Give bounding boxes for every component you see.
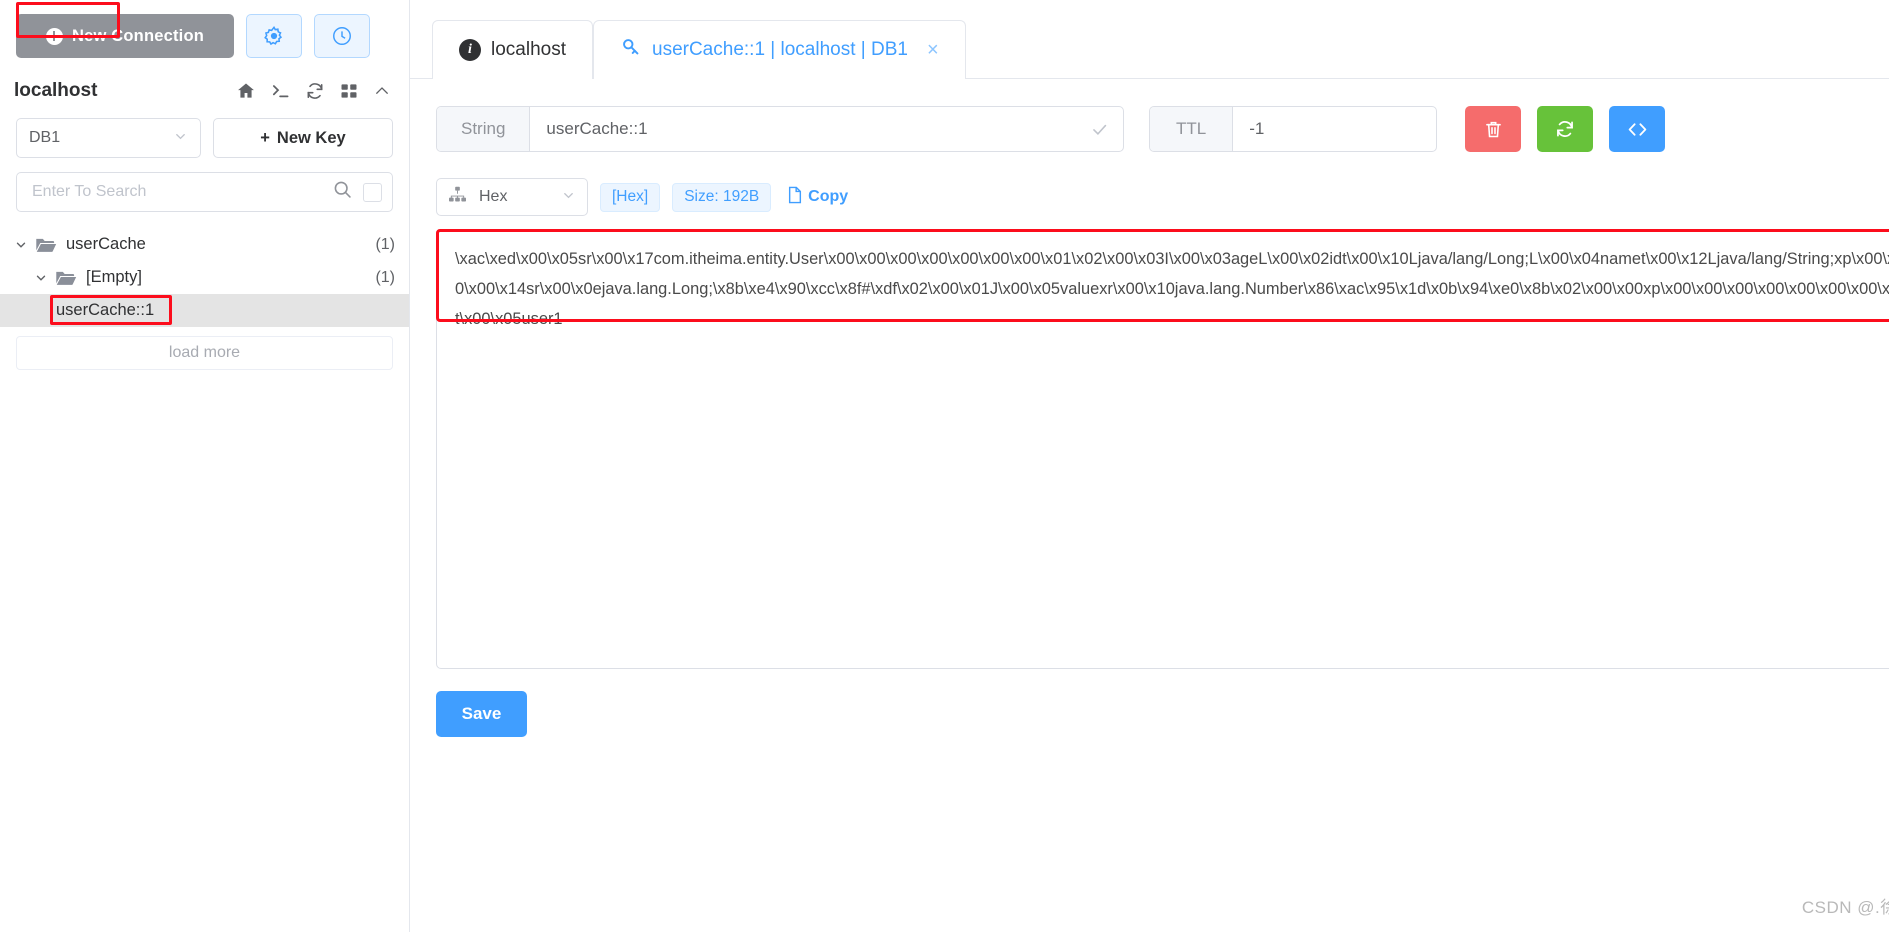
value-editor[interactable]: \xac\xed\x00\x05sr\x00\x17com.itheima.en… bbox=[436, 229, 1889, 669]
refresh-key-button[interactable] bbox=[1537, 106, 1593, 152]
new-key-button[interactable]: + New Key bbox=[213, 118, 393, 158]
code-icon bbox=[1628, 122, 1646, 136]
sidebar-toolbar: New Connection bbox=[0, 0, 409, 58]
folder-icon bbox=[55, 269, 77, 287]
key-glyph bbox=[623, 39, 639, 55]
chevron-down-icon bbox=[561, 188, 576, 206]
tab-localhost[interactable]: i localhost bbox=[432, 20, 593, 79]
info-icon: i bbox=[459, 39, 481, 61]
sitemap-icon bbox=[448, 186, 467, 208]
ttl-input[interactable] bbox=[1233, 107, 1436, 151]
key-detail-content: String TTL bbox=[410, 79, 1889, 737]
clock-icon bbox=[333, 27, 351, 45]
chevron-down-icon[interactable] bbox=[14, 238, 31, 252]
settings-button[interactable] bbox=[246, 14, 302, 58]
format-toolbar: Hex [Hex] Size: 192B Copy bbox=[436, 178, 1889, 216]
folder-open-glyph bbox=[56, 271, 77, 285]
tree-node-label: userCache bbox=[66, 235, 146, 253]
new-key-label: New Key bbox=[276, 128, 346, 147]
refresh-icon bbox=[1557, 121, 1573, 137]
watermark: CSDN @.徐十三. bbox=[1801, 898, 1889, 917]
home-icon[interactable] bbox=[236, 81, 256, 101]
connection-name: localhost bbox=[14, 80, 98, 101]
grid-glyph bbox=[341, 84, 357, 98]
tree-node-label: [Empty] bbox=[86, 268, 142, 286]
plus-icon: + bbox=[260, 128, 270, 147]
search-row bbox=[0, 158, 409, 212]
refresh-glyph bbox=[307, 83, 323, 99]
key-tree: userCache (1) [Empty] (1) userCache::1 l… bbox=[0, 228, 409, 370]
key-action-buttons bbox=[1465, 106, 1665, 152]
load-more-button[interactable]: load more bbox=[16, 336, 393, 370]
ttl-label: TTL bbox=[1150, 107, 1234, 151]
tree-node-empty[interactable]: [Empty] (1) bbox=[0, 261, 409, 294]
search-icon[interactable] bbox=[332, 179, 353, 205]
database-row: DB1 + New Key bbox=[0, 2, 409, 158]
ttl-input-group: TTL bbox=[1149, 106, 1437, 152]
key-name-input[interactable] bbox=[530, 107, 1076, 151]
plus-circle-icon bbox=[45, 27, 63, 45]
console-glyph bbox=[272, 85, 289, 98]
value-editor-wrap: \xac\xed\x00\x05sr\x00\x17com.itheima.en… bbox=[436, 229, 1889, 669]
sidebar: New Connection localhost DB1 + New Key E… bbox=[0, 0, 410, 932]
trash-icon bbox=[1485, 121, 1501, 137]
check-icon[interactable] bbox=[1076, 120, 1123, 139]
load-more-label: load more bbox=[168, 344, 241, 361]
chevron-down-icon[interactable] bbox=[34, 271, 51, 285]
main-panel: i localhost userCache::1 | localhost | D… bbox=[410, 0, 1889, 932]
redis-client-window: New Connection localhost DB1 + New Key E… bbox=[0, 0, 1889, 932]
document-icon bbox=[787, 186, 803, 209]
tab-label: localhost bbox=[491, 39, 566, 60]
search-input[interactable] bbox=[30, 182, 332, 202]
history-button[interactable] bbox=[314, 14, 370, 58]
connection-header: localhost bbox=[0, 58, 409, 102]
chevron-down-icon bbox=[173, 129, 188, 147]
detected-format-badge[interactable]: [Hex] bbox=[600, 182, 661, 212]
tree-node-label: userCache::1 bbox=[56, 301, 155, 319]
gear-icon bbox=[264, 25, 283, 46]
tree-node-usercache-1[interactable]: userCache::1 bbox=[0, 294, 409, 327]
document-glyph bbox=[789, 186, 802, 203]
collapse-chevron-icon[interactable] bbox=[373, 82, 391, 100]
tree-node-usercache[interactable]: userCache (1) bbox=[0, 228, 409, 261]
database-select-value: DB1 bbox=[29, 129, 61, 146]
close-icon[interactable]: × bbox=[927, 40, 939, 60]
tree-node-count: (1) bbox=[375, 268, 395, 286]
key-type-label: String bbox=[437, 107, 531, 151]
sitemap-glyph bbox=[449, 186, 466, 202]
chevron-up-glyph bbox=[376, 87, 388, 94]
database-select[interactable]: DB1 bbox=[16, 118, 201, 158]
tree-node-count: (1) bbox=[375, 235, 395, 253]
value-size-badge[interactable]: Size: 192B bbox=[672, 182, 772, 212]
search-box[interactable] bbox=[16, 172, 393, 212]
new-connection-label: New Connection bbox=[71, 26, 205, 45]
tab-bar: i localhost userCache::1 | localhost | D… bbox=[410, 0, 1889, 79]
connection-actions bbox=[236, 81, 391, 101]
format-select-value: Hex bbox=[479, 188, 508, 205]
copy-value-button[interactable]: Copy bbox=[787, 186, 848, 209]
key-toolbar: String TTL bbox=[436, 106, 1889, 152]
new-connection-button[interactable]: New Connection bbox=[16, 14, 234, 58]
key-icon bbox=[620, 36, 642, 64]
copy-label: Copy bbox=[808, 188, 849, 205]
format-select[interactable]: Hex bbox=[436, 178, 588, 216]
tab-label: userCache::1 | localhost | DB1 bbox=[652, 39, 908, 60]
grid-icon[interactable] bbox=[339, 81, 359, 101]
key-input-group: String bbox=[436, 106, 1124, 152]
save-button[interactable]: Save bbox=[436, 691, 527, 737]
code-view-button[interactable] bbox=[1609, 106, 1665, 152]
refresh-icon[interactable] bbox=[305, 81, 325, 101]
tab-usercache-1[interactable]: userCache::1 | localhost | DB1 × bbox=[593, 20, 966, 79]
folder-icon bbox=[35, 236, 57, 254]
console-icon[interactable] bbox=[270, 81, 291, 101]
search-exact-checkbox[interactable] bbox=[363, 182, 382, 202]
home-glyph bbox=[238, 83, 254, 98]
folder-open-glyph bbox=[36, 238, 57, 252]
delete-key-button[interactable] bbox=[1465, 106, 1521, 152]
